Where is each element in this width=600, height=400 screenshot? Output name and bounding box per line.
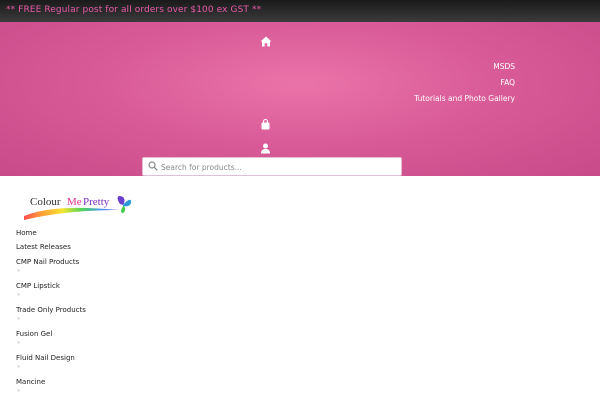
user-icon[interactable] [260, 143, 271, 154]
nav-item-trade-only-products[interactable]: Trade Only Products [16, 306, 86, 314]
menu-link-msds[interactable]: MSDS [493, 62, 515, 71]
submenu-toggle-icon[interactable]: » [17, 268, 20, 274]
nav-item-mancine[interactable]: Mancine [16, 378, 45, 386]
submenu-toggle-icon[interactable]: » [17, 340, 20, 346]
nav-item-fusion-gel[interactable]: Fusion Gel [16, 330, 52, 338]
nav-item-cmp-nail-products[interactable]: CMP Nail Products [16, 258, 79, 266]
submenu-toggle-icon[interactable]: » [17, 388, 20, 394]
submenu-toggle-icon[interactable]: » [17, 292, 20, 298]
home-icon[interactable] [260, 36, 272, 47]
svg-text:Colour: Colour [30, 196, 61, 208]
nav-item-fluid-nail-design[interactable]: Fluid Nail Design [16, 354, 75, 362]
shopping-bag-icon[interactable] [260, 119, 271, 130]
svg-text:Me: Me [67, 196, 82, 208]
search-box [142, 157, 402, 176]
menu-link-tutorials[interactable]: Tutorials and Photo Gallery [414, 94, 515, 103]
submenu-toggle-icon[interactable]: » [17, 364, 20, 370]
menu-link-faq[interactable]: FAQ [500, 78, 515, 87]
submenu-toggle-icon[interactable]: » [17, 316, 20, 322]
site-header: MSDS FAQ Tutorials and Photo Gallery [0, 22, 600, 176]
nav-item-cmp-lipstick[interactable]: CMP Lipstick [16, 282, 60, 290]
search-icon[interactable] [148, 161, 158, 171]
promo-text: ** FREE Regular post for all orders over… [6, 5, 262, 15]
nav-item-home[interactable]: Home [16, 229, 37, 237]
nav-item-latest-releases[interactable]: Latest Releases [16, 243, 71, 251]
site-logo[interactable]: Colour Me Pretty [20, 190, 136, 222]
search-input[interactable] [159, 159, 399, 175]
svg-text:Pretty: Pretty [83, 196, 110, 208]
promo-bar: ** FREE Regular post for all orders over… [0, 0, 600, 22]
